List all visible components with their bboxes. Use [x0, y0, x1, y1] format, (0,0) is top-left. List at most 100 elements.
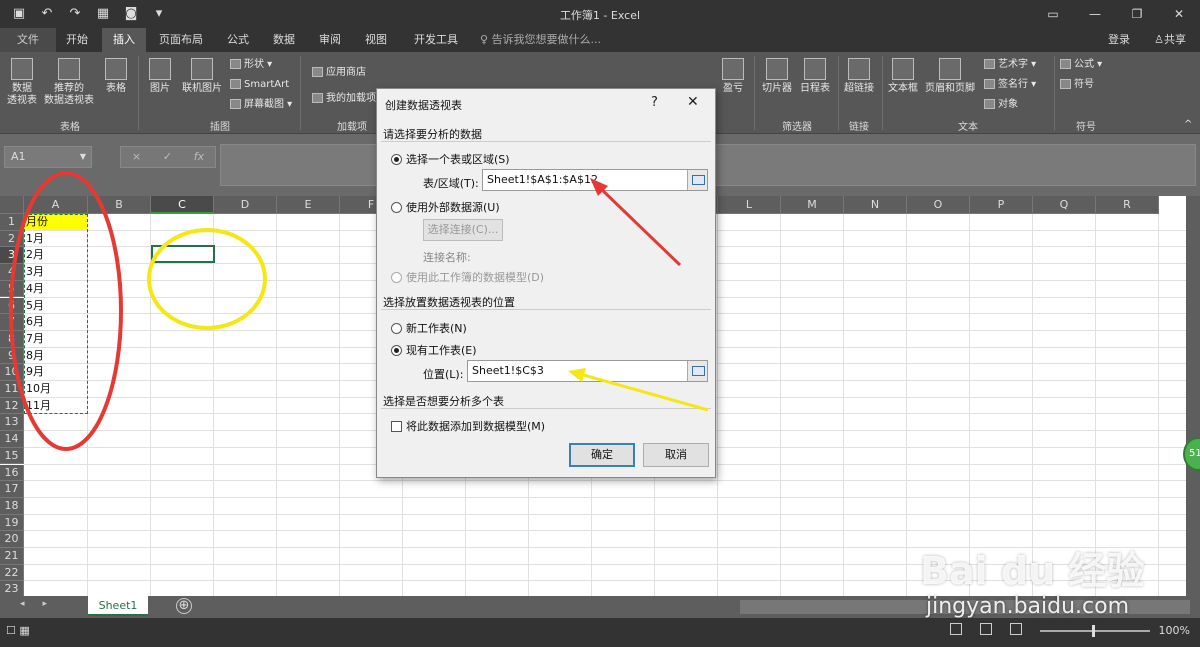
vertical-scrollbar[interactable] [1186, 196, 1200, 596]
column-header-r[interactable]: R [1096, 196, 1159, 214]
tab-developer[interactable]: 开发工具 [406, 28, 466, 52]
column-header-o[interactable]: O [907, 196, 970, 214]
column-header-c[interactable]: C [151, 196, 214, 214]
row-header-10[interactable]: 10 [0, 364, 24, 381]
row-header-13[interactable]: 13 [0, 414, 24, 432]
row-header-19[interactable]: 19 [0, 514, 24, 532]
add-sheet-icon[interactable]: ⊕ [176, 598, 192, 614]
row-header-17[interactable]: 17 [0, 481, 24, 498]
cancel-entry-icon[interactable]: × [132, 147, 141, 167]
minimize-icon[interactable]: — [1074, 0, 1116, 28]
radio-existing-worksheet[interactable]: 现有工作表(E) [391, 342, 477, 358]
object-button[interactable]: 对象 [984, 98, 1018, 112]
radio-select-range[interactable]: 选择一个表或区域(S) [391, 151, 510, 167]
cancel-button[interactable]: 取消 [643, 443, 709, 467]
sheet-tab-sheet1[interactable]: Sheet1 [88, 596, 148, 616]
row-header-21[interactable]: 21 [0, 548, 24, 565]
row-header-22[interactable]: 22 [0, 564, 24, 582]
row-header-14[interactable]: 14 [0, 431, 24, 448]
add-to-data-model-checkbox[interactable]: 将此数据添加到数据模型(M) [391, 418, 545, 434]
tab-home[interactable]: 开始 [56, 28, 98, 52]
name-box[interactable]: A1 ▼ [4, 146, 92, 168]
tab-review[interactable]: 审阅 [310, 28, 350, 52]
column-header-l[interactable]: L [718, 196, 781, 214]
row-header-20[interactable]: 20 [0, 531, 24, 548]
textbox-button[interactable]: 文本框 [886, 58, 920, 95]
row-header-15[interactable]: 15 [0, 447, 24, 465]
header-footer-button[interactable]: 页眉和页脚 [922, 58, 978, 95]
row-header-18[interactable]: 18 [0, 497, 24, 515]
my-addins-button[interactable]: 我的加载项 [312, 92, 376, 106]
hyperlink-button[interactable]: 超链接 [842, 58, 876, 95]
column-header-d[interactable]: D [214, 196, 277, 214]
sparkline-winloss-button[interactable]: 盈亏 [718, 58, 748, 95]
store-button[interactable]: 应用商店 [312, 66, 366, 80]
slicer-button[interactable]: 切片器 [760, 58, 794, 95]
normal-view-icon[interactable] [950, 623, 962, 635]
collapse-ribbon-icon[interactable]: ^ [1184, 118, 1192, 132]
column-header-m[interactable]: M [781, 196, 844, 214]
tab-view[interactable]: 视图 [356, 28, 396, 52]
tab-data[interactable]: 数据 [264, 28, 304, 52]
insert-function-icon[interactable]: fx [194, 147, 204, 167]
smartart-button[interactable]: SmartArt [230, 78, 289, 92]
page-layout-view-icon[interactable] [980, 623, 992, 635]
pivot-table-button[interactable]: 数据 透视表 [6, 58, 38, 107]
tab-formulas[interactable]: 公式 [218, 28, 258, 52]
row-header-6[interactable]: 6 [0, 297, 24, 315]
column-header-b[interactable]: B [88, 196, 151, 214]
zoom-level[interactable]: 100% [1159, 624, 1190, 637]
table-button[interactable]: 表格 [102, 58, 130, 95]
column-header-e[interactable]: E [277, 196, 340, 214]
zoom-slider[interactable] [1040, 625, 1150, 637]
wordart-button[interactable]: 艺术字 ▾ [984, 58, 1036, 72]
tab-insert[interactable]: 插入 [102, 28, 146, 52]
close-icon[interactable]: ✕ [687, 94, 699, 110]
shapes-button[interactable]: 形状 ▾ [230, 58, 272, 72]
tab-file[interactable]: 文件 [0, 28, 56, 52]
column-header-n[interactable]: N [844, 196, 907, 214]
active-cell-c3[interactable] [151, 245, 215, 263]
ribbon-options-icon[interactable]: ▭ [1032, 0, 1074, 28]
ok-button[interactable]: 确定 [569, 443, 635, 467]
signin-link[interactable]: 登录 [1108, 28, 1130, 52]
row-header-2[interactable]: 2 [0, 230, 24, 248]
row-header-8[interactable]: 8 [0, 330, 24, 348]
select-all-corner[interactable] [0, 196, 24, 214]
row-header-7[interactable]: 7 [0, 314, 24, 331]
row-header-23[interactable]: 23 [0, 581, 24, 596]
symbol-button[interactable]: 符号 [1060, 78, 1094, 92]
equation-button[interactable]: 公式 ▾ [1060, 58, 1102, 72]
sheet-nav-arrows[interactable]: ◂▸ [20, 599, 65, 609]
column-header-p[interactable]: P [970, 196, 1033, 214]
page-break-view-icon[interactable] [1010, 623, 1022, 635]
location-input[interactable]: Sheet1!$C$3 [467, 360, 708, 382]
screenshot-button[interactable]: 屏幕截图 ▾ [230, 98, 292, 112]
help-icon[interactable]: ? [651, 95, 658, 110]
tell-me-search[interactable]: ♀ 告诉我您想要做什么... [480, 28, 601, 52]
enter-entry-icon[interactable]: ✓ [163, 147, 172, 167]
radio-new-worksheet[interactable]: 新工作表(N) [391, 320, 467, 336]
restore-icon[interactable]: ❐ [1116, 0, 1158, 28]
share-button[interactable]: ♙共享 [1154, 28, 1186, 52]
range-picker-icon[interactable] [687, 170, 707, 190]
row-header-9[interactable]: 9 [0, 347, 24, 365]
row-header-4[interactable]: 4 [0, 264, 24, 281]
close-icon[interactable]: ✕ [1158, 0, 1200, 28]
recommended-pivot-button[interactable]: 推荐的 数据透视表 [42, 58, 96, 107]
row-header-5[interactable]: 5 [0, 280, 24, 298]
row-header-12[interactable]: 12 [0, 397, 24, 415]
location-picker-icon[interactable] [687, 361, 707, 381]
timeline-button[interactable]: 日程表 [798, 58, 832, 95]
row-header-11[interactable]: 11 [0, 381, 24, 398]
signature-line-button[interactable]: 签名行 ▾ [984, 78, 1036, 92]
online-pictures-button[interactable]: 联机图片 [178, 58, 226, 95]
row-header-1[interactable]: 1 [0, 214, 24, 231]
radio-external-source[interactable]: 使用外部数据源(U) [391, 199, 500, 215]
tab-page-layout[interactable]: 页面布局 [150, 28, 212, 52]
range-input[interactable]: Sheet1!$A$1:$A$12 [482, 169, 708, 191]
pictures-button[interactable]: 图片 [146, 58, 174, 95]
column-header-a[interactable]: A [24, 196, 88, 214]
column-header-q[interactable]: Q [1033, 196, 1096, 214]
row-header-16[interactable]: 16 [0, 464, 24, 482]
